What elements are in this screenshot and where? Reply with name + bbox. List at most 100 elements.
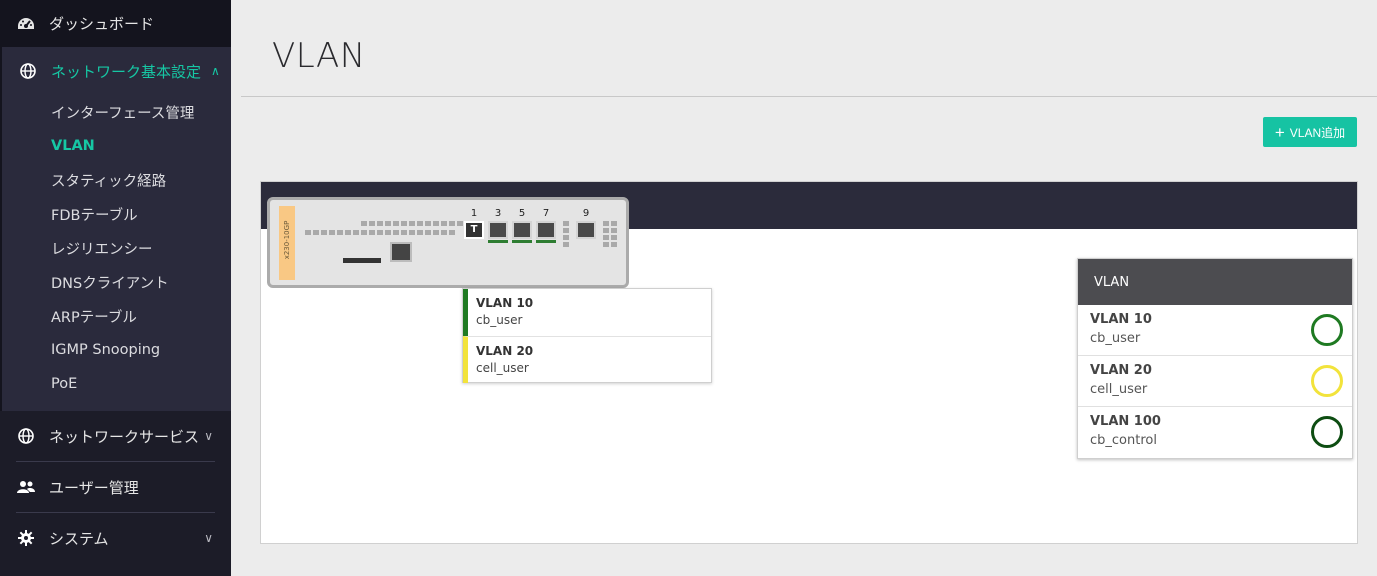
- switch-model-text: x230-10GP: [283, 220, 291, 260]
- management-port[interactable]: [390, 242, 412, 262]
- sidebar-item-poe[interactable]: PoE: [2, 367, 231, 401]
- plus-icon: +: [1274, 122, 1285, 142]
- gear-icon: [17, 529, 35, 547]
- mini-port: [425, 221, 431, 226]
- sidebar-item-igmp[interactable]: IGMP Snooping: [2, 333, 231, 367]
- globe-icon: [19, 62, 37, 80]
- mini-port: [305, 230, 311, 235]
- mini-port: [329, 230, 335, 235]
- mini-port: [369, 230, 375, 235]
- sidebar: ダッシュボード ネットワーク基本設定 ∧ インターフェース管理 VLAN スタテ…: [0, 0, 231, 576]
- mini-port: [441, 221, 447, 226]
- sidebar-item-fdb[interactable]: FDBテーブル: [2, 197, 231, 231]
- mini-port: [401, 230, 407, 235]
- vlan-color-indicator: [1311, 365, 1343, 397]
- mini-port: [353, 230, 359, 235]
- vlan-list-item[interactable]: VLAN 10 cb_user: [1078, 305, 1352, 356]
- port-number-5: 5: [518, 208, 526, 219]
- sfp-slot: [343, 258, 381, 263]
- port-3[interactable]: [488, 221, 508, 239]
- mini-port: [611, 221, 617, 226]
- mini-port: [417, 221, 423, 226]
- users-icon: [17, 478, 35, 496]
- speedometer-icon: [17, 15, 35, 33]
- mini-port: [385, 221, 391, 226]
- mini-port: [563, 228, 569, 233]
- chevron-down-icon: ∨: [204, 531, 213, 545]
- add-vlan-button-label: VLAN追加: [1289, 125, 1346, 140]
- vlan-list-item[interactable]: VLAN 100 cb_control: [1078, 407, 1352, 458]
- port-number-1: 1: [470, 208, 478, 219]
- mini-port: [425, 230, 431, 235]
- port-vlan-indicator: [512, 240, 532, 243]
- mini-port: [361, 221, 367, 226]
- mini-port: [377, 221, 383, 226]
- port-vlan-popup: VLAN 10 cb_user VLAN 20 cell_user: [462, 288, 712, 383]
- mini-port: [433, 230, 439, 235]
- sidebar-item-interface[interactable]: インターフェース管理: [2, 95, 231, 129]
- nav-system[interactable]: システム ∨: [0, 513, 231, 563]
- popup-vlan-item[interactable]: VLAN 10 cb_user: [463, 289, 711, 336]
- nav-network-services[interactable]: ネットワークサービス ∨: [0, 411, 231, 461]
- mini-port: [603, 221, 609, 226]
- mini-port: [603, 242, 609, 247]
- mini-port: [417, 230, 423, 235]
- sidebar-item-static-route[interactable]: スタティック経路: [2, 163, 231, 197]
- chevron-down-icon: ∨: [204, 429, 213, 443]
- port-1[interactable]: [464, 221, 484, 239]
- mini-port: [369, 221, 375, 226]
- mini-port: [449, 230, 455, 235]
- nav-network-basic[interactable]: ネットワーク基本設定 ∧: [2, 47, 231, 95]
- mini-port: [611, 228, 617, 233]
- mini-port: [345, 230, 351, 235]
- mini-port: [441, 230, 447, 235]
- add-vlan-button[interactable]: + VLAN追加: [1263, 117, 1357, 147]
- switch-faceplate: x230-10GP 1 3 5 7 9: [267, 197, 629, 288]
- mini-port: [563, 242, 569, 247]
- nav-user-management-label: ユーザー管理: [49, 478, 139, 497]
- globe-icon: [17, 427, 35, 445]
- mini-port: [321, 230, 327, 235]
- nav-user-management[interactable]: ユーザー管理: [0, 462, 231, 512]
- mini-port: [409, 221, 415, 226]
- sidebar-item-arp[interactable]: ARPテーブル: [2, 299, 231, 333]
- mini-port: [563, 235, 569, 240]
- nav-system-label: システム: [49, 529, 109, 548]
- vlan-list-item[interactable]: VLAN 20 cell_user: [1078, 356, 1352, 407]
- sidebar-item-vlan[interactable]: VLAN: [2, 129, 231, 163]
- popup-vlan-desc: cell_user: [476, 361, 529, 375]
- port-panel: ポート x230-10GP 1 3 5 7 9 VLAN 10 cb_user …: [260, 181, 1358, 544]
- mini-port: [361, 230, 367, 235]
- nav-group-network-basic: ネットワーク基本設定 ∧ インターフェース管理 VLAN スタティック経路 FD…: [0, 47, 231, 411]
- popup-vlan-name: VLAN 10: [476, 296, 534, 310]
- port-5[interactable]: [512, 221, 532, 239]
- popup-vlan-item[interactable]: VLAN 20 cell_user: [463, 336, 711, 383]
- mini-port: [603, 228, 609, 233]
- mini-port: [449, 221, 455, 226]
- vlan-color-indicator: [1311, 416, 1343, 448]
- sidebar-item-dns[interactable]: DNSクライアント: [2, 265, 231, 299]
- mini-port: [313, 230, 319, 235]
- port-number-3: 3: [494, 208, 502, 219]
- mini-port: [393, 230, 399, 235]
- page-title: VLAN: [272, 36, 366, 76]
- vlan-color-indicator: [1311, 314, 1343, 346]
- sidebar-item-resiliency[interactable]: レジリエンシー: [2, 231, 231, 265]
- mini-port: [337, 230, 343, 235]
- title-divider: [241, 96, 1377, 97]
- mini-port: [401, 221, 407, 226]
- nav-network-services-label: ネットワークサービス: [49, 427, 200, 446]
- mini-port: [377, 230, 383, 235]
- mini-port: [611, 235, 617, 240]
- port-7[interactable]: [536, 221, 556, 239]
- popup-vlan-desc: cb_user: [476, 313, 523, 327]
- port-number-9: 9: [582, 208, 590, 219]
- switch-model-label: x230-10GP: [279, 206, 295, 280]
- port-vlan-indicator: [536, 240, 556, 243]
- port-vlan-indicator: [488, 240, 508, 243]
- mini-port: [457, 221, 463, 226]
- mini-port: [433, 221, 439, 226]
- nav-dashboard[interactable]: ダッシュボード: [0, 0, 231, 47]
- mini-port: [409, 230, 415, 235]
- port-9[interactable]: [576, 221, 596, 239]
